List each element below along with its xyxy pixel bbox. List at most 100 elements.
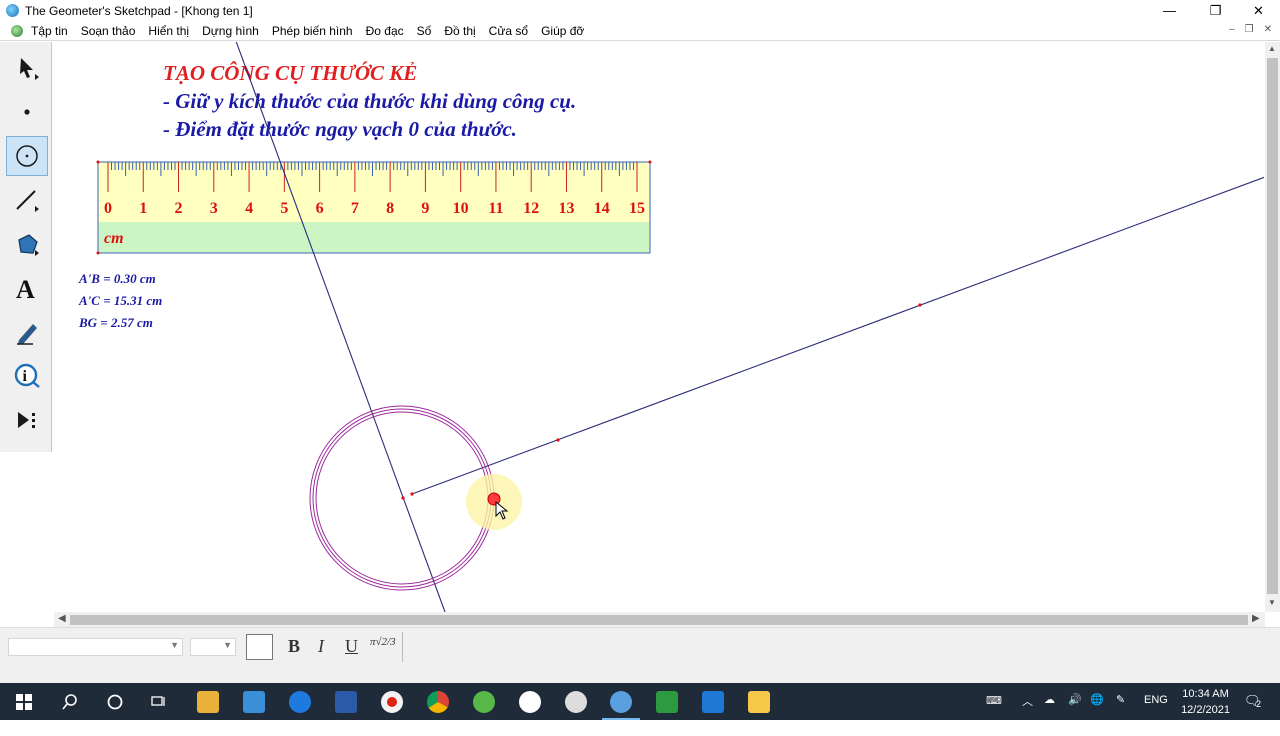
arrow-tool[interactable] [6,48,48,88]
app-clapper-icon[interactable] [748,691,770,713]
horizontal-scrollbar[interactable]: ◀ ▶ [54,612,1265,627]
chrome-icon[interactable] [427,691,449,713]
menu-number[interactable]: Số [417,24,432,38]
menu-construct[interactable]: Dựng hình [202,24,259,38]
vertical-scrollbar[interactable]: ▲ ▼ [1265,42,1280,612]
notification-count: 2 [1256,699,1262,709]
straightedge-tool[interactable] [6,180,48,220]
information-tool[interactable]: i [6,356,48,396]
custom-tool[interactable] [6,400,48,440]
measurement-ac[interactable]: A'C = 15.31 cm [78,293,162,308]
language-indicator[interactable]: ENG [1144,694,1168,731]
ruler-number: 15 [629,200,645,217]
minimize-button[interactable]: — [1147,0,1192,21]
zalo-icon[interactable] [289,691,311,713]
ruler-number: 11 [488,200,503,217]
text-color-box[interactable] [246,634,273,660]
measurement-ab[interactable]: A'B = 0.30 cm [78,271,156,286]
point-tool[interactable] [6,92,48,132]
settings-sun-icon[interactable] [565,691,587,713]
menu-graph[interactable]: Đồ thị [444,24,475,38]
ray-start-point[interactable] [410,492,414,496]
point-on-ray[interactable] [556,438,560,442]
file-explorer-icon[interactable] [197,691,219,713]
menu-file[interactable]: Tập tin [31,24,68,38]
windows-taskbar: ︿ ⌨ ☁ 🔊 🌐 ✎ ENG 10:34 AM 12/2/2021 🗨 2 [0,683,1280,720]
font-size-select[interactable]: ▼ [190,638,236,656]
ruler-corner-point[interactable] [96,160,100,164]
point-on-ray[interactable] [918,303,922,307]
menu-window[interactable]: Cửa sổ [489,24,528,38]
restore-button[interactable]: ❐ [1193,0,1238,21]
ruler-corner-point[interactable] [96,251,100,255]
ruler-number: 4 [245,200,253,217]
taskbar-clock[interactable]: 10:34 AM 12/2/2021 [1181,686,1230,718]
record-icon[interactable] [381,691,403,713]
app-pen-icon[interactable] [519,691,541,713]
text-palette: ▼ ▼ B I U π√2/3 [0,627,1280,683]
sketchpad-app-icon [6,4,19,17]
app-green-icon[interactable] [473,691,495,713]
sketchpad-taskbar-icon[interactable] [610,691,632,713]
doc-minimize-button[interactable]: – [1229,24,1235,35]
pen-icon[interactable]: ✎ [1116,693,1125,730]
cortana-icon[interactable] [107,694,123,710]
ruler[interactable]: 0 1 2 3 4 5 6 7 8 9 10 11 12 13 14 15 cm [96,160,652,255]
vertical-scroll-thumb[interactable] [1267,58,1278,594]
italic-button[interactable]: I [318,636,324,657]
scroll-left-arrow-icon[interactable]: ◀ [58,613,66,624]
window-title: The Geometer's Sketchpad - [Khong ten 1] [25,4,253,18]
sketch-canvas[interactable]: TẠO CÔNG CỤ THƯỚC KẺ - Giữ y kích thước … [54,42,1264,612]
compass-tool[interactable] [6,136,48,176]
menu-display[interactable]: Hiển thị [148,24,189,38]
bold-button[interactable]: B [288,636,300,657]
ruler-corner-point[interactable] [648,160,652,164]
ruler-number: 0 [104,200,112,217]
svg-text:A: A [16,275,35,302]
ruler-number: 8 [386,200,394,217]
font-select[interactable]: ▼ [8,638,183,656]
keyboard-icon[interactable]: ⌨ [986,694,1002,731]
tray-chevron-icon[interactable]: ︿ [1022,693,1033,730]
word-icon[interactable] [335,691,357,713]
divider [402,632,403,662]
center-point[interactable] [401,496,405,500]
app-green-red-icon[interactable] [656,691,678,713]
marker-tool[interactable] [6,312,48,352]
point-icon [24,109,30,115]
close-button[interactable]: ✕ [1236,0,1280,21]
marker-pen-icon [17,324,37,345]
title-bar: The Geometer's Sketchpad - [Khong ten 1]… [0,0,1280,21]
arrow-icon [20,58,39,80]
search-icon[interactable] [62,694,78,710]
onedrive-icon[interactable]: ☁ [1044,693,1055,730]
menu-edit[interactable]: Soạn thảo [81,24,136,38]
horizontal-scroll-thumb[interactable] [70,615,1248,625]
scroll-right-arrow-icon[interactable]: ▶ [1252,613,1260,624]
math-format-button[interactable]: π√2/3 [370,636,396,648]
store-icon[interactable] [243,691,265,713]
doc-close-button[interactable]: ✕ [1264,24,1272,35]
doc-restore-button[interactable]: ❐ [1245,24,1254,35]
text-a-icon: A [16,275,35,302]
instruction-line-2: - Điểm đặt thước ngay vạch 0 của thước. [163,117,517,141]
ruler-number: 7 [351,200,359,217]
volume-icon[interactable]: 🔊 [1068,693,1082,730]
svg-text:i: i [23,368,28,385]
ruler-number: 10 [453,200,469,217]
polygon-tool[interactable] [6,224,48,264]
underline-button[interactable]: U [345,636,358,657]
menu-transform[interactable]: Phép biến hình [272,24,353,38]
scroll-up-arrow-icon[interactable]: ▲ [1268,44,1276,53]
measurement-bg[interactable]: BG = 2.57 cm [78,315,153,330]
app-blue-icon[interactable] [702,691,724,713]
text-tool[interactable]: A [6,268,48,308]
menu-help[interactable]: Giúp đỡ [541,24,584,38]
sketch-drawing: TẠO CÔNG CỤ THƯỚC KẺ - Giữ y kích thước … [78,42,1264,612]
task-view-icon[interactable] [151,694,167,710]
menu-measure[interactable]: Đo đạc [366,24,404,38]
scroll-down-arrow-icon[interactable]: ▼ [1268,598,1276,607]
windows-start-icon[interactable] [16,694,32,710]
network-icon[interactable]: 🌐 [1090,693,1104,730]
document-icon[interactable] [11,25,23,37]
